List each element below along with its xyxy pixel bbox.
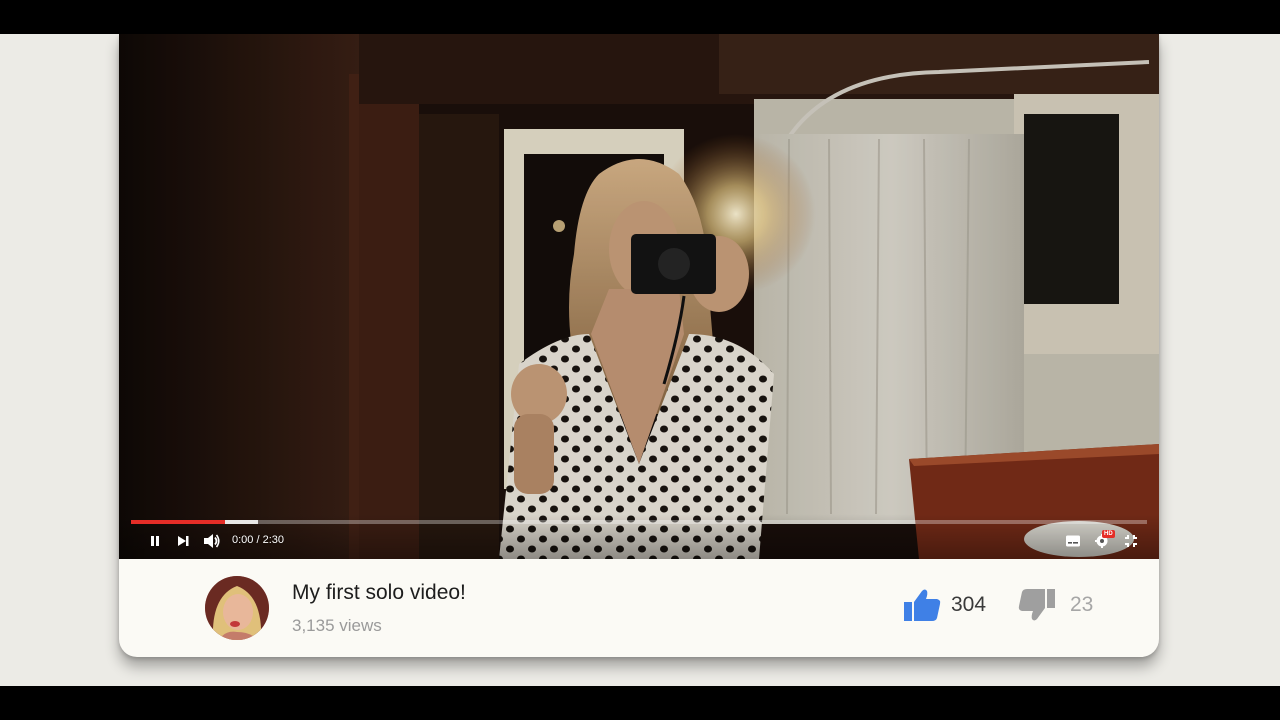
time-display: 0:00 / 2:30 xyxy=(232,534,284,546)
captions-button[interactable] xyxy=(1065,534,1081,548)
video-frame xyxy=(119,34,1159,559)
current-time: 0:00 xyxy=(232,534,254,546)
pause-button[interactable] xyxy=(148,534,162,548)
like-count: 304 xyxy=(951,593,987,616)
video-info-bar: My first solo video! 3,135 views 304 23 xyxy=(119,559,1159,657)
hd-badge-label: HD xyxy=(1102,530,1115,538)
video-card: 0:00 / 2:30 HD My first solo video! 3,13… xyxy=(119,34,1159,657)
captions-icon xyxy=(1066,535,1080,547)
skip-next-icon xyxy=(178,536,189,546)
exit-fullscreen-button[interactable] xyxy=(1124,534,1138,548)
exit-fullscreen-icon xyxy=(1125,535,1137,547)
video-player[interactable]: 0:00 / 2:30 HD xyxy=(119,34,1159,559)
pause-icon xyxy=(151,536,159,546)
played-bar xyxy=(131,520,225,524)
next-button[interactable] xyxy=(176,534,190,548)
duration: 2:30 xyxy=(262,534,285,546)
thumbs-up-icon xyxy=(904,589,941,621)
stage-background: 0:00 / 2:30 HD My first solo video! 3,13… xyxy=(0,34,1280,686)
volume-icon xyxy=(204,534,220,548)
time-separator: / xyxy=(256,534,260,546)
dislike-count: 23 xyxy=(1070,593,1094,616)
avatar-image xyxy=(205,576,269,640)
channel-avatar[interactable] xyxy=(205,576,269,640)
like-button[interactable]: 304 xyxy=(903,585,986,625)
video-title: My first solo video! xyxy=(292,581,466,604)
thumbs-down-icon xyxy=(1018,589,1055,621)
hd-badge: HD xyxy=(1102,530,1115,538)
seek-bar[interactable] xyxy=(131,520,1147,524)
view-count: 3,135 views xyxy=(292,616,382,635)
dislike-button[interactable]: 23 xyxy=(1018,585,1093,625)
volume-button[interactable] xyxy=(203,532,221,550)
